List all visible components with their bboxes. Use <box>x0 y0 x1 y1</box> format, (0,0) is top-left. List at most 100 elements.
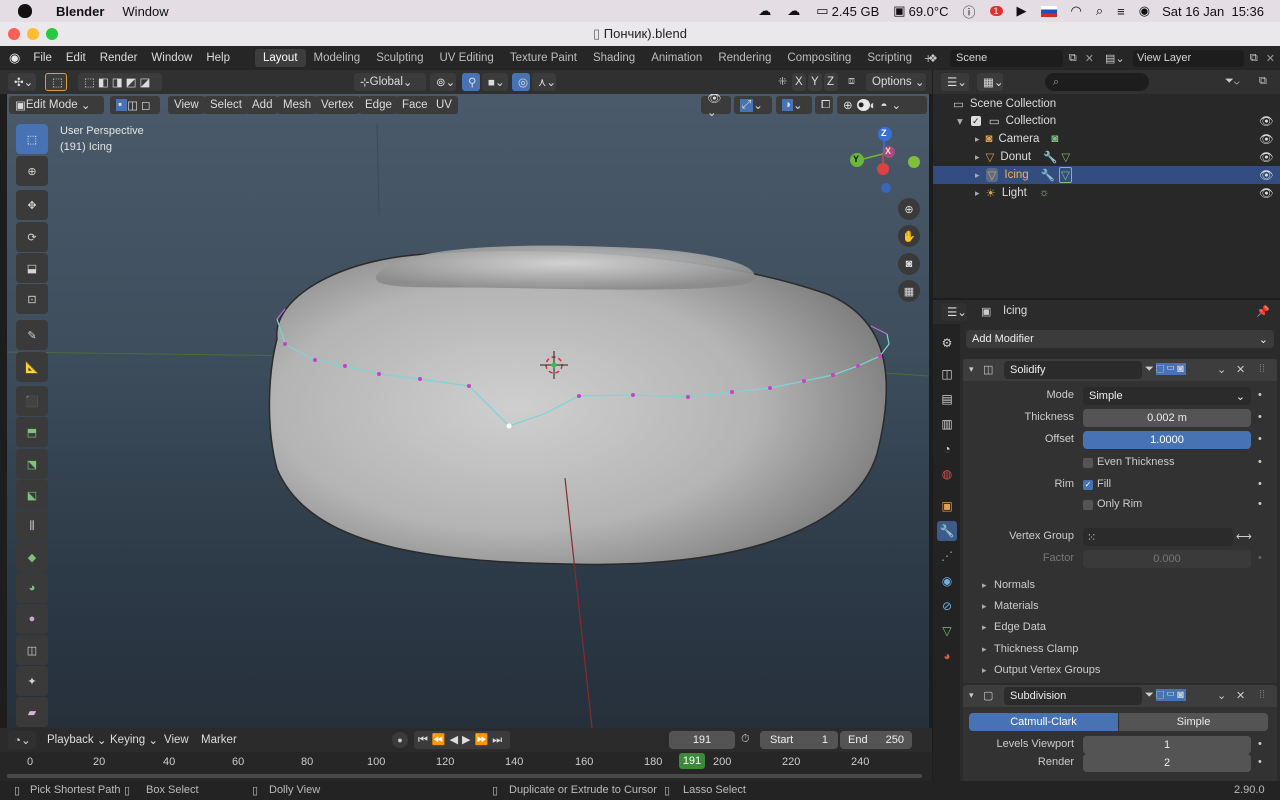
scale-tool-icon[interactable]: ⬓ <box>16 253 48 283</box>
rotate-tool-icon[interactable]: ⟳ <box>16 222 48 252</box>
gizmo-y-label[interactable]: Y <box>853 154 859 164</box>
outliner-search-input[interactable]: ⌕ <box>1045 73 1149 91</box>
add-modifier-dropdown[interactable]: Add Modifier ⌄ <box>966 330 1274 348</box>
keying-menu[interactable]: Keying ⌄ <box>104 731 164 749</box>
expand-arrow-icon[interactable]: ▸ <box>982 601 987 612</box>
camera-data-icon[interactable]: ◙ <box>1051 133 1058 145</box>
world-tab-icon[interactable]: ◍ <box>937 464 957 484</box>
view-layer-selector[interactable]: ▤⌄ View Layer ⧉ ✕ <box>1105 49 1275 67</box>
subdivision-toggle-icons[interactable]: ⏷⬚▭◙ <box>1145 689 1186 702</box>
subdivision-dropdown-icon[interactable]: ⌄ <box>1217 689 1226 702</box>
mesh-menu[interactable]: Mesh <box>277 96 318 114</box>
mac-menu-window[interactable]: Window <box>122 4 168 19</box>
frame-ruler[interactable]: 0 20 40 60 80 100 120 140 160 180 200 22… <box>0 752 932 781</box>
transform-tool-icon[interactable]: ⊡ <box>16 284 48 314</box>
spin-tool-icon[interactable]: ● <box>16 604 48 634</box>
current-frame-field[interactable]: 191 <box>669 731 735 749</box>
view-layer-name[interactable]: View Layer <box>1133 49 1244 67</box>
physics-tab-icon[interactable]: ◉ <box>937 571 957 591</box>
menu-window[interactable]: Window <box>144 52 199 64</box>
modifier-wrench-icon[interactable]: 🔧 <box>1041 168 1055 182</box>
gizmo-z-label[interactable]: Z <box>881 128 887 138</box>
mac-app-name[interactable]: Blender <box>56 4 104 19</box>
light-data-icon[interactable]: ☼ <box>1039 187 1050 199</box>
timeline-editor-type-icon[interactable]: ◔⌄ <box>8 731 36 749</box>
gizmo-x-label[interactable]: X <box>885 146 891 156</box>
camera-view-icon[interactable]: ◙ <box>898 253 920 275</box>
tab-rendering[interactable]: Rendering <box>710 49 779 67</box>
outliner-item-camera[interactable]: ▸ ◙ Camera ◙ 👁 <box>933 130 1280 148</box>
control-center-icon[interactable]: ≡ <box>1117 4 1125 19</box>
expand-arrow-icon[interactable]: ▸ <box>982 580 987 591</box>
levels-viewport-keyframe-dot[interactable]: • <box>1258 738 1262 750</box>
expand-arrow-icon[interactable]: ▸ <box>975 134 980 145</box>
inset-tool-icon[interactable]: ⬔ <box>16 449 48 479</box>
collection-visibility-icon[interactable]: 👁 <box>1259 114 1274 128</box>
scene-tab-icon[interactable]: ◔ <box>937 439 957 459</box>
subdivision-remove-icon[interactable]: ✕ <box>1236 689 1245 702</box>
delete-view-layer-icon[interactable]: ✕ <box>1266 52 1275 65</box>
menu-render[interactable]: Render <box>93 52 145 64</box>
pivot-point-dropdown[interactable]: ⊚⌄ <box>430 73 456 91</box>
even-thickness-keyframe-dot[interactable]: • <box>1258 456 1262 468</box>
select-box-tool-icon[interactable]: ⬚ <box>16 124 48 154</box>
fill-keyframe-dot[interactable]: • <box>1258 478 1262 490</box>
donut-visibility-icon[interactable]: 👁 <box>1259 150 1274 164</box>
fill-checkbox[interactable]: ✓ <box>1083 480 1093 490</box>
mirror-icon[interactable]: ⁜ <box>778 75 787 88</box>
playback-menu[interactable]: Playback ⌄ <box>41 731 113 749</box>
zoom-window-button[interactable] <box>46 28 58 40</box>
mesh-data-icon[interactable]: ▽ <box>1061 150 1070 164</box>
tab-modeling[interactable]: Modeling <box>306 49 369 67</box>
mode-dropdown[interactable]: ▣ Edit Mode ⌄ <box>9 96 104 114</box>
add-cube-tool-icon[interactable]: ⬛ <box>16 386 48 416</box>
collapse-arrow-icon[interactable]: ▾ <box>957 114 963 128</box>
render-levels-keyframe-dot[interactable]: • <box>1258 756 1262 768</box>
language-flag-icon[interactable] <box>1040 5 1057 17</box>
auto-merge-icon[interactable]: ⧈ <box>848 75 855 88</box>
playhead[interactable]: 191 <box>679 753 705 769</box>
extrude-tool-icon[interactable]: ⬒ <box>16 417 48 447</box>
outliner-editor-type-icon[interactable]: ☰⌄ <box>941 73 969 91</box>
cursor-tool-icon[interactable]: ⊕ <box>16 156 48 186</box>
outliner-item-light[interactable]: ▸ ☀ Light ☼ 👁 <box>933 184 1280 202</box>
tab-scripting[interactable]: Scripting <box>859 49 920 67</box>
solidify-name-field[interactable]: Solidify <box>1004 361 1142 379</box>
siri-icon[interactable]: ◉ <box>1139 3 1150 19</box>
materials-subpanel[interactable]: Materials <box>994 600 1039 612</box>
gizmo-toggle[interactable]: ⤢ ⌄ <box>734 96 772 114</box>
expand-arrow-icon[interactable]: ▸ <box>982 622 987 633</box>
clock[interactable]: Sat 16 Jan 15:36 <box>1162 4 1264 19</box>
scene-name[interactable]: Scene <box>950 49 1063 67</box>
start-frame-field[interactable]: Start 1 <box>760 731 838 749</box>
memory-status[interactable]: 2.45 GB <box>832 4 880 19</box>
end-frame-field[interactable]: End 250 <box>840 731 912 749</box>
collapse-arrow-icon[interactable]: ▾ <box>969 690 974 701</box>
timeline-view-menu[interactable]: View <box>158 731 195 749</box>
transform-orientation-dropdown[interactable]: ⊹ Global ⌄ <box>354 73 426 91</box>
tab-uv-editing[interactable]: UV Editing <box>432 49 502 67</box>
render-levels-field[interactable]: 2 <box>1083 754 1251 772</box>
properties-editor-type-icon[interactable]: ☰⌄ <box>941 303 967 321</box>
subdivision-drag-handle-icon[interactable]: ⁞⁞ <box>1259 689 1265 701</box>
filter-icon[interactable]: ⏷⌄ <box>1225 75 1240 88</box>
expand-arrow-icon[interactable]: ▸ <box>975 170 980 181</box>
camera-visibility-icon[interactable]: 👁 <box>1259 132 1274 146</box>
subdivision-name-field[interactable]: Subdivision <box>1004 687 1142 705</box>
search-icon[interactable]: ⌕ <box>1096 3 1103 19</box>
only-rim-keyframe-dot[interactable]: • <box>1258 498 1262 510</box>
offset-field[interactable]: 1.0000 <box>1083 431 1251 449</box>
knife-tool-icon[interactable]: ◆ <box>16 542 48 572</box>
tab-compositing[interactable]: Compositing <box>779 49 859 67</box>
playback-controls[interactable]: ⏮⏪◀▶⏩⏭ <box>414 731 511 749</box>
solidify-dropdown-icon[interactable]: ⌄ <box>1217 363 1226 376</box>
levels-viewport-field[interactable]: 1 <box>1083 736 1251 754</box>
thickness-field[interactable]: 0.002 m <box>1083 409 1251 427</box>
expand-arrow-icon[interactable]: ▸ <box>975 188 980 199</box>
play-icon[interactable]: ▶ <box>1017 3 1027 19</box>
loop-cut-tool-icon[interactable]: ⫼ <box>16 511 48 541</box>
even-thickness-checkbox[interactable] <box>1083 458 1093 468</box>
select-mode-buttons[interactable]: ▪ ◫◻ <box>110 96 160 114</box>
tab-texture-paint[interactable]: Texture Paint <box>502 49 585 67</box>
render-tab-icon[interactable]: ◫ <box>937 364 957 384</box>
